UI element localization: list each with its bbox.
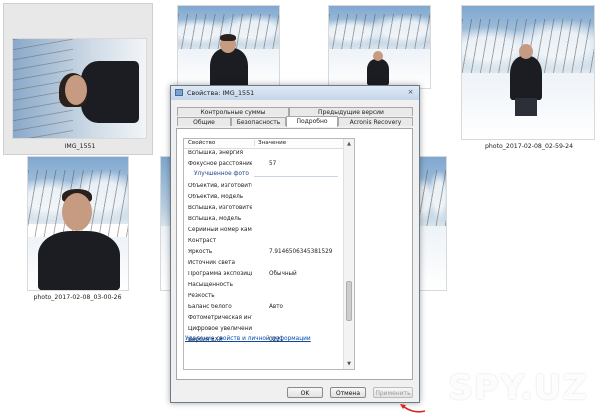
- photo-thumbnail-snow-path[interactable]: [328, 5, 431, 89]
- property-name: Фокусное расстояние, э...: [188, 161, 252, 167]
- property-row[interactable]: Баланс белого Авто: [184, 303, 344, 313]
- tab-checksums[interactable]: Контрольные суммы: [177, 107, 289, 116]
- property-value: Авто: [269, 304, 284, 310]
- person-figure: [365, 50, 391, 86]
- file-icon: [175, 89, 183, 96]
- property-name: Источник света: [188, 260, 235, 266]
- property-value: 7.9146506345381529: [269, 249, 333, 255]
- property-name: Яркость: [188, 249, 213, 255]
- property-name: Объектив, изготовитель: [188, 183, 252, 189]
- property-row[interactable]: Программа экспозиции Обычный: [184, 270, 344, 280]
- photo-thumbnail-snow-top[interactable]: [177, 5, 280, 89]
- property-name: Вспышка, изготовитель: [188, 205, 252, 211]
- property-name: Вспышка, модель: [188, 216, 242, 222]
- person-figure: [41, 53, 141, 133]
- apply-button[interactable]: Применить: [373, 387, 413, 398]
- scrollbar-thumb[interactable]: [346, 281, 352, 321]
- property-row[interactable]: Контраст: [184, 237, 344, 247]
- property-name: Баланс белого: [188, 304, 232, 310]
- property-name: Насыщенность: [188, 282, 233, 288]
- person-figure: [34, 185, 124, 290]
- close-icon[interactable]: ×: [406, 88, 415, 97]
- snow: [418, 226, 446, 290]
- property-row[interactable]: Цифровое увеличение: [184, 325, 344, 335]
- photo-thumbnail-partial-right[interactable]: [417, 156, 447, 291]
- remove-properties-link[interactable]: Удаление свойств и личной информации: [185, 336, 311, 342]
- thumbnail-caption[interactable]: IMG_1551: [50, 143, 110, 150]
- person-figure: [206, 34, 252, 88]
- property-row[interactable]: Вспышка, изготовитель: [184, 204, 344, 214]
- photo-thumbnail-02-59-24[interactable]: [461, 5, 595, 140]
- property-row[interactable]: Серийный номер камеры: [184, 226, 344, 236]
- property-row[interactable]: Насыщенность: [184, 281, 344, 291]
- property-name: Контраст: [188, 238, 217, 244]
- group-label: Улучшенное фото: [194, 171, 249, 177]
- thumbnail-caption[interactable]: photo_2017-02-08_02-59-24: [470, 143, 588, 150]
- property-value: Обычный: [269, 271, 297, 277]
- property-row[interactable]: Фокусное расстояние, э... 57: [184, 160, 344, 170]
- list-header: Свойство Значение: [184, 139, 344, 149]
- scroll-down-arrow-icon[interactable]: ▼: [345, 360, 353, 368]
- property-row[interactable]: Объектив, изготовитель: [184, 182, 344, 192]
- vertical-scrollbar[interactable]: ▲ ▼: [343, 139, 354, 369]
- tab-security[interactable]: Безопасность: [231, 117, 286, 126]
- property-row[interactable]: Яркость 7.9146506345381529: [184, 248, 344, 258]
- column-header-value[interactable]: Значение: [254, 140, 286, 146]
- property-name: Фотометрическая интер...: [188, 315, 252, 321]
- cancel-button[interactable]: Отмена: [330, 387, 366, 398]
- dialog-titlebar[interactable]: Свойства: IMG_1551 ×: [171, 86, 419, 100]
- person-figure: [506, 42, 546, 118]
- thumbnail-caption[interactable]: photo_2017-02-08_03-00-26: [20, 294, 135, 301]
- property-value: 57: [269, 161, 277, 167]
- tab-general[interactable]: Общие: [177, 117, 231, 126]
- property-name: Программа экспозиции: [188, 271, 252, 277]
- property-row[interactable]: Источник света: [184, 259, 344, 269]
- properties-dialog: Свойства: IMG_1551 × Контрольные суммы П…: [170, 85, 426, 413]
- tab-acronis-recovery[interactable]: Acronis Recovery: [338, 117, 413, 126]
- property-name: Резкость: [188, 293, 215, 299]
- dialog-title: Свойства: IMG_1551: [187, 89, 255, 97]
- tab-details[interactable]: Подробно: [286, 116, 338, 127]
- property-name: Серийный номер камеры: [188, 227, 252, 233]
- group-divider: [254, 176, 338, 177]
- column-header-property[interactable]: Свойство: [188, 140, 215, 146]
- red-arrow-annotation-icon: [400, 404, 426, 413]
- property-row[interactable]: Вспышка, модель: [184, 215, 344, 225]
- property-row[interactable]: Вспышка, энергия: [184, 149, 344, 159]
- photo-thumbnail-03-00-26[interactable]: [27, 156, 129, 291]
- property-row[interactable]: Резкость: [184, 292, 344, 302]
- property-name: Вспышка, энергия: [188, 150, 244, 156]
- property-row[interactable]: Объектив, модель: [184, 193, 344, 203]
- ok-button[interactable]: OK: [287, 387, 323, 398]
- tab-previous-versions[interactable]: Предыдущие версии: [289, 107, 413, 116]
- scroll-up-arrow-icon[interactable]: ▲: [345, 140, 353, 148]
- site-watermark: SPY.UZ: [448, 368, 588, 408]
- property-group-header: Улучшенное фото: [184, 171, 344, 181]
- property-name: Цифровое увеличение: [188, 326, 252, 332]
- property-row[interactable]: Фотометрическая интер...: [184, 314, 344, 324]
- photo-thumbnail-img-1551[interactable]: [12, 38, 147, 139]
- property-name: Объектив, модель: [188, 194, 244, 200]
